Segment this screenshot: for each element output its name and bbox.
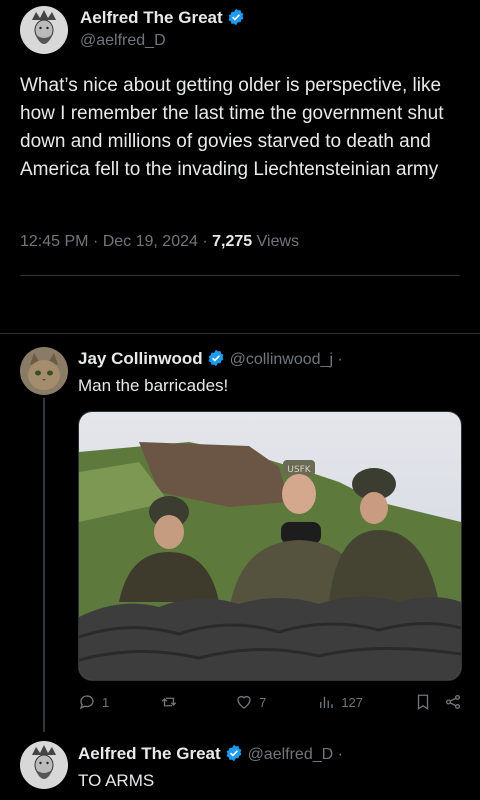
author-name[interactable]: Aelfred The Great [80,8,223,27]
reply-author-handle[interactable]: @aelfred_D [248,746,334,763]
reply-author-name[interactable]: Aelfred The Great [78,744,221,763]
reply-header: Aelfred The Great @aelfred_D · [78,744,343,764]
verified-badge-icon [225,744,243,762]
soldiers-photo: USFK [79,412,461,680]
header-separator: · [337,746,343,763]
divider [0,333,480,334]
author-name-row: Aelfred The Great [80,8,245,28]
views-label: Views [256,233,300,250]
reply-text: TO ARMS [78,771,155,790]
views-icon [320,696,334,708]
king-avatar-image [20,741,68,789]
meta-separator: · [202,233,208,250]
reply-author-handle[interactable]: @collinwood_j [230,351,333,368]
verified-badge-icon [227,8,245,26]
reply-avatar[interactable] [20,347,68,395]
king-avatar-image [20,6,68,54]
views-count: 127 [341,694,364,710]
author-avatar[interactable] [20,6,68,54]
like-button[interactable]: 7 [235,693,266,711]
divider [20,275,460,276]
tweet-meta: 12:45 PM · Dec 19, 2024 · 7,275 Views [20,233,299,251]
verified-badge-icon [207,349,225,367]
action-bar: 1 7 127 [78,693,462,711]
header-separator: · [337,351,343,368]
reply-count: 1 [102,694,110,710]
like-icon [237,695,251,709]
tweet-text: What’s nice about getting older is persp… [20,75,444,180]
reply-button[interactable]: 1 [78,693,109,711]
cap-text: USFK [287,465,311,475]
reply-header: Jay Collinwood @collinwood_j · [78,349,343,369]
reply-text: Man the barricades! [78,376,229,395]
cat-avatar-image [20,347,68,395]
views-count: 7,275 [212,233,253,250]
meta-separator: · [92,233,99,250]
reply-photo[interactable]: USFK [78,411,462,681]
tweet-time[interactable]: 12:45 PM [20,233,88,250]
author-handle[interactable]: @aelfred_D [80,32,166,50]
tweet-date[interactable]: Dec 19, 2024 [103,233,198,250]
bookmark-icon[interactable] [414,693,432,711]
bookmark-share-group [414,693,462,711]
retweet-button[interactable] [160,693,184,711]
retweet-icon [161,697,177,707]
views-button[interactable]: 127 [317,693,363,711]
reply-avatar[interactable] [20,741,68,789]
like-count: 7 [259,694,267,710]
thread-line [43,398,45,732]
share-icon[interactable] [444,693,462,711]
reply-author-name[interactable]: Jay Collinwood [78,349,203,368]
reply-icon [79,695,94,710]
